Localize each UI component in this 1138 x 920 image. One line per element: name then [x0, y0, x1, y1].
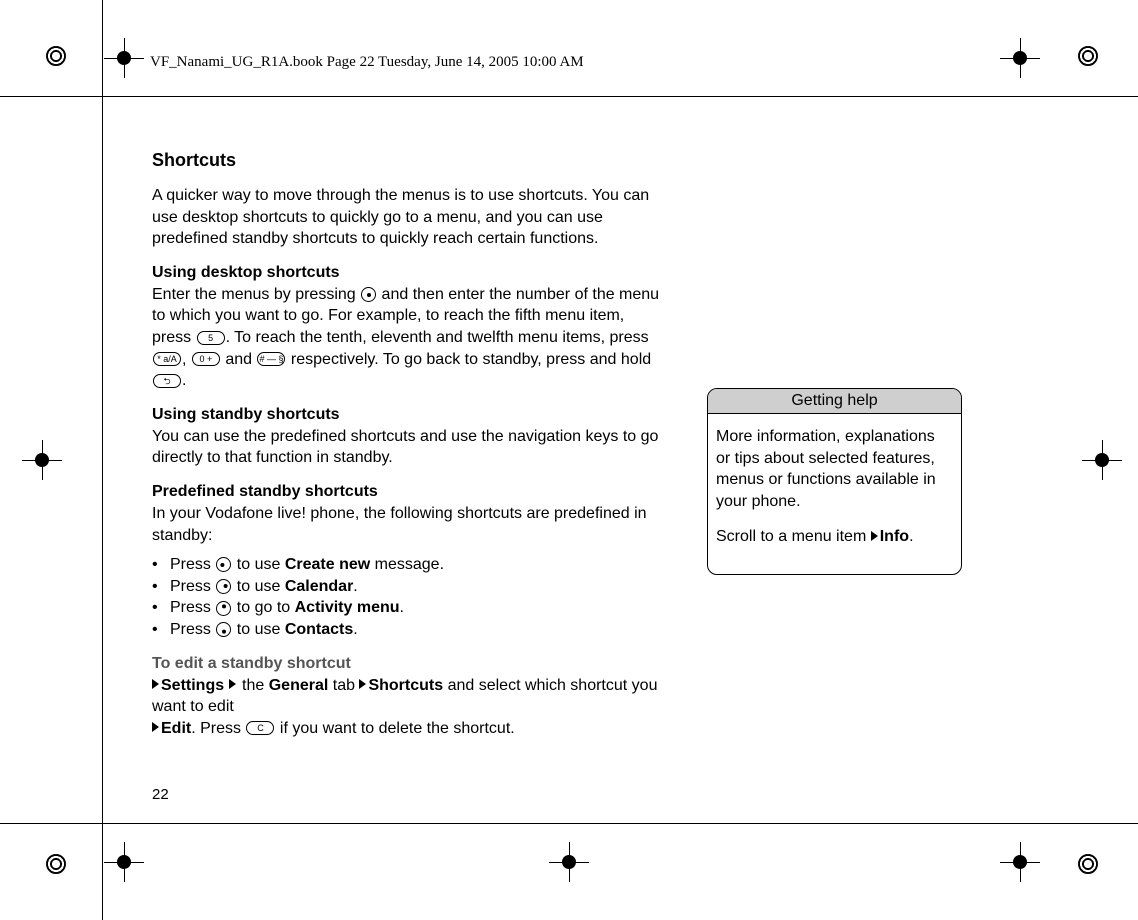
menu-arrow-icon [229, 679, 236, 689]
key-zero-icon: 0 + [192, 352, 220, 366]
menu-arrow-icon [871, 531, 878, 541]
nav-up-icon [216, 601, 231, 616]
subheading-edit: To edit a standby shortcut [152, 655, 662, 673]
subheading-standby: Using standby shortcuts [152, 406, 662, 424]
predefined-intro: In your Vodafone live! phone, the follow… [152, 503, 662, 546]
help-sidebox-title: Getting help [708, 389, 961, 414]
nav-left-icon [216, 557, 231, 572]
nav-center-icon [361, 287, 376, 302]
standby-paragraph: You can use the predefined shortcuts and… [152, 426, 662, 469]
list-item: Press to go to Activity menu. [152, 597, 662, 619]
help-sidebox: Getting help More information, explanati… [707, 388, 962, 575]
crop-mark-icon [1000, 842, 1040, 882]
crop-rule [0, 823, 1138, 824]
key-5-icon: 5 [197, 331, 225, 345]
page-number: 22 [152, 786, 169, 803]
document-header-info: VF_Nanami_UG_R1A.book Page 22 Tuesday, J… [150, 54, 988, 71]
key-c-icon: C [246, 721, 274, 735]
menu-arrow-icon [152, 722, 159, 732]
section-title: Shortcuts [152, 150, 662, 171]
page-content: Shortcuts A quicker way to move through … [152, 150, 972, 753]
subheading-desktop: Using desktop shortcuts [152, 264, 662, 282]
crop-mark-icon [1082, 440, 1122, 480]
crop-mark-icon [104, 842, 144, 882]
help-sidebox-body: More information, explanations or tips a… [716, 426, 953, 512]
desktop-paragraph: Enter the menus by pressing and then ent… [152, 284, 662, 392]
registration-mark-icon [1078, 854, 1098, 874]
subheading-predefined: Predefined standby shortcuts [152, 483, 662, 501]
crop-rule [0, 96, 1138, 97]
menu-arrow-icon [152, 679, 159, 689]
menu-arrow-icon [359, 679, 366, 689]
crop-mark-icon [104, 38, 144, 78]
help-sidebox-action: Scroll to a menu item Info. [716, 526, 953, 548]
shortcut-list: Press to use Create new message. Press t… [152, 554, 662, 640]
list-item: Press to use Calendar. [152, 576, 662, 598]
crop-mark-icon [22, 440, 62, 480]
registration-mark-icon [46, 854, 66, 874]
registration-mark-icon [1078, 46, 1098, 66]
list-item: Press to use Create new message. [152, 554, 662, 576]
crop-mark-icon [1000, 38, 1040, 78]
edit-paragraph: Settings the General tab Shortcuts and s… [152, 675, 662, 740]
registration-mark-icon [46, 46, 66, 66]
nav-down-icon [216, 622, 231, 637]
nav-right-icon [216, 579, 231, 594]
intro-paragraph: A quicker way to move through the menus … [152, 185, 662, 250]
key-hash-icon: # — § [257, 352, 285, 366]
key-back-icon: ⮌ [153, 374, 181, 388]
list-item: Press to use Contacts. [152, 619, 662, 641]
crop-rule [102, 0, 103, 920]
crop-mark-icon [549, 842, 589, 882]
key-star-icon: * a/A [153, 352, 181, 366]
